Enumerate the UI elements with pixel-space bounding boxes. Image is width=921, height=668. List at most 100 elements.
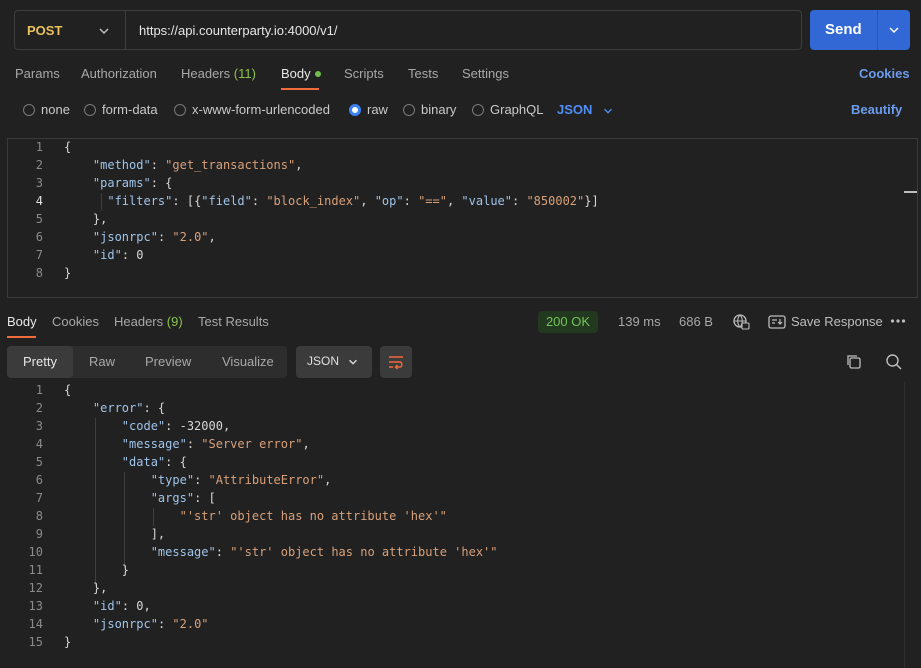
line-number: 8 <box>35 509 43 523</box>
response-size[interactable]: 686 B <box>679 314 713 329</box>
code-line: } <box>64 563 130 577</box>
divider <box>125 11 126 49</box>
headers-count-badge: (11) <box>233 66 256 81</box>
copy-icon[interactable] <box>845 353 863 371</box>
line-number: 9 <box>35 527 43 541</box>
line-number: 6 <box>35 230 43 244</box>
chevron-down-icon[interactable] <box>97 24 111 38</box>
radio-selected-icon <box>349 103 361 116</box>
line-number: 2 <box>35 401 43 415</box>
radio-circle-icon <box>84 103 96 116</box>
line-number: 15 <box>28 635 43 649</box>
line-number: 8 <box>35 266 43 280</box>
view-pretty[interactable]: Pretty <box>23 354 57 369</box>
line-number: 3 <box>35 419 43 433</box>
save-response-icon[interactable] <box>768 315 786 329</box>
network-globe-icon[interactable] <box>732 313 750 331</box>
code-line: } <box>64 635 72 649</box>
line-number: 4 <box>35 437 43 451</box>
line-number: 6 <box>35 473 43 487</box>
line-number: 14 <box>28 617 43 631</box>
response-tab-cookies[interactable]: Cookies <box>52 314 99 329</box>
radio-circle-icon <box>174 103 186 116</box>
code-line: "jsonrpc": "2.0", <box>92 230 216 244</box>
response-tab-body[interactable]: Body <box>7 314 37 329</box>
body-format-label: JSON <box>557 102 593 117</box>
chevron-down-icon <box>349 359 357 365</box>
tab-body[interactable]: Body <box>281 66 321 81</box>
radio-graphql[interactable]: GraphQL <box>472 102 543 117</box>
line-number: 11 <box>28 563 43 577</box>
radio-form-data[interactable]: form-data <box>84 102 158 117</box>
url-input[interactable]: https://api.counterparty.io:4000/v1/ <box>139 23 338 38</box>
scrollbar-thumb[interactable] <box>904 191 917 193</box>
line-number: 5 <box>35 455 43 469</box>
tab-params[interactable]: Params <box>15 66 60 81</box>
code-line: "data": { <box>121 455 187 469</box>
save-response-button[interactable]: Save Response <box>791 314 883 329</box>
line-number: 13 <box>28 599 43 613</box>
response-time[interactable]: 139 ms <box>618 314 661 329</box>
response-view-toggle: Pretty Raw Preview Visualize <box>7 346 287 378</box>
line-number: 2 <box>35 158 43 172</box>
code-line: "args": [ <box>150 491 216 505</box>
line-number: 3 <box>35 176 43 190</box>
code-line: "'str' object has no attribute 'hex'" <box>179 509 447 523</box>
active-tab-indicator <box>281 88 319 90</box>
body-format-dropdown[interactable]: JSON <box>557 102 614 117</box>
code-line: "message": "'str' object has no attribut… <box>150 545 498 559</box>
send-button-label: Send <box>825 21 862 38</box>
radio-urlencoded[interactable]: x-www-form-urlencoded <box>174 102 330 117</box>
tab-tests[interactable]: Tests <box>408 66 438 81</box>
code-line: { <box>64 383 72 397</box>
code-line: "message": "Server error", <box>121 437 310 451</box>
send-button[interactable]: Send <box>810 10 910 50</box>
tab-scripts[interactable]: Scripts <box>344 66 384 81</box>
radio-none[interactable]: none <box>23 102 70 117</box>
code-line: "id": 0, <box>92 599 151 613</box>
view-preview[interactable]: Preview <box>145 354 191 369</box>
line-number: 7 <box>35 491 43 505</box>
line-number: 4 <box>35 194 43 208</box>
response-tab-headers-label: Headers <box>114 314 164 329</box>
code-line: }, <box>64 212 108 226</box>
scrollbar-track[interactable] <box>904 382 905 668</box>
tab-settings[interactable]: Settings <box>462 66 509 81</box>
view-visualize[interactable]: Visualize <box>222 354 274 369</box>
active-tab-indicator <box>7 336 36 338</box>
method-select[interactable]: POST <box>27 23 62 38</box>
response-tab-test-results[interactable]: Test Results <box>198 314 269 329</box>
status-badge[interactable]: 200 OK <box>538 311 598 333</box>
tab-authorization[interactable]: Authorization <box>81 66 157 81</box>
radio-label: binary <box>421 102 457 117</box>
radio-label: GraphQL <box>490 102 544 117</box>
chevron-down-icon[interactable] <box>887 23 901 37</box>
code-line: "jsonrpc": "2.0" <box>92 617 209 631</box>
radio-label: raw <box>367 102 388 117</box>
radio-raw[interactable]: raw <box>349 102 388 117</box>
code-line: } <box>64 266 72 280</box>
search-icon[interactable] <box>885 353 903 371</box>
tab-headers-label: Headers <box>181 66 231 81</box>
radio-label: form-data <box>102 102 158 117</box>
radio-circle-icon <box>403 103 415 116</box>
line-number: 5 <box>35 212 43 226</box>
response-tab-headers[interactable]: Headers (9) <box>114 314 183 329</box>
response-format-label: JSON <box>307 354 340 368</box>
divider <box>877 10 878 50</box>
cookies-link[interactable]: Cookies <box>859 66 910 81</box>
line-number: 1 <box>35 383 43 397</box>
response-format-select[interactable]: JSON <box>296 346 372 378</box>
radio-label: none <box>41 102 70 117</box>
beautify-button[interactable]: Beautify <box>851 102 902 117</box>
wrap-lines-button[interactable] <box>380 346 412 378</box>
tab-headers[interactable]: Headers (11) <box>181 66 256 81</box>
code-line: "method": "get_transactions", <box>92 158 303 172</box>
line-number: 1 <box>35 140 43 154</box>
more-options-icon[interactable] <box>890 316 906 326</box>
code-line: "error": { <box>92 401 166 415</box>
radio-binary[interactable]: binary <box>403 102 456 117</box>
wrap-lines-icon <box>389 356 403 370</box>
radio-circle-icon <box>472 103 484 116</box>
view-raw[interactable]: Raw <box>89 354 115 369</box>
